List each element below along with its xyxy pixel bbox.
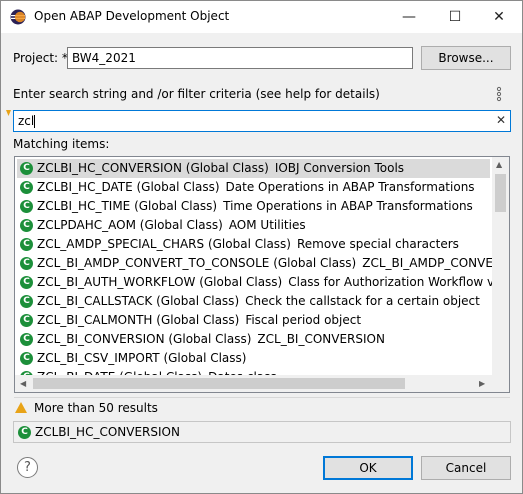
window-title: Open ABAP Development Object: [34, 9, 230, 23]
horizontal-scroll-thumb[interactable]: [33, 378, 405, 389]
list-item[interactable]: C ZCLPDAHC_AOM (Global Class) AOM Utilitie…: [17, 216, 509, 235]
browse-button[interactable]: Browse...: [421, 46, 511, 70]
item-name: ZCL_BI_CALLSTACK (Global Class): [37, 294, 240, 308]
search-value: zcl: [18, 114, 35, 128]
item-name: ZCL_AMDP_SPECIAL_CHARS (Global Class): [37, 237, 291, 251]
item-name: ZCLBI_HC_CONVERSION (Global Class): [37, 161, 269, 175]
more-options-icon[interactable]: [495, 86, 503, 102]
class-icon: C: [20, 333, 33, 346]
class-icon: C: [20, 314, 33, 327]
list-item[interactable]: C ZCLBI_HC_DATE (Global Class) Date Operat…: [17, 178, 509, 197]
item-name: ZCLBI_HC_DATE (Global Class): [37, 180, 220, 194]
minimize-icon: —: [402, 9, 416, 25]
class-icon: C: [20, 238, 33, 251]
text-cursor: [34, 115, 36, 128]
clear-search-icon[interactable]: ✕: [496, 113, 506, 127]
item-description: IOBJ Conversion Tools: [274, 161, 405, 175]
maximize-icon: ☐: [448, 9, 462, 25]
item-name: ZCLPDAHC_AOM (Global Class): [37, 218, 223, 232]
dialog-window: Open ABAP Development Object — ☐ ✕ Proje…: [0, 0, 523, 494]
class-icon: C: [20, 219, 33, 232]
close-icon: ✕: [493, 9, 505, 25]
item-description: Class for Authorization Workflow via Che…: [288, 275, 509, 289]
warning-icon: [15, 402, 27, 413]
vertical-scroll-thumb[interactable]: [495, 174, 506, 212]
item-description: ZCL_BI_CONVERSION: [257, 332, 385, 346]
item-description: Date Operations in ABAP Transformations: [225, 180, 475, 194]
eclipse-icon: [10, 9, 26, 25]
list-item[interactable]: C ZCL_AMDP_SPECIAL_CHARS (Global Class) Re…: [17, 235, 509, 254]
list-item[interactable]: C ZCL_BI_CALLSTACK (Global Class) Check th…: [17, 292, 509, 311]
class-icon: C: [20, 276, 33, 289]
list-item[interactable]: C ZCL_BI_AUTH_WORKFLOW (Global Class) Clas…: [17, 273, 509, 292]
item-name: ZCL_BI_AUTH_WORKFLOW (Global Class): [37, 275, 283, 289]
class-icon: C: [20, 200, 33, 213]
class-icon: C: [20, 352, 33, 365]
project-label: Project: *: [13, 51, 68, 65]
search-instruction: Enter search string and /or filter crite…: [13, 87, 380, 101]
class-icon: C: [20, 257, 33, 270]
list-item[interactable]: C ZCL_BI_AMDP_CONVERT_TO_CONSOLE (Global …: [17, 254, 509, 273]
list-item[interactable]: C ZCL_BI_CALMONTH (Global Class) Fiscal pe…: [17, 311, 509, 330]
list-item[interactable]: C ZCLBI_HC_CONVERSION (Global Class) IOBJ …: [17, 159, 490, 178]
item-name: ZCL_BI_AMDP_CONVERT_TO_CONSOLE (Global C…: [37, 256, 357, 270]
item-name: ZCL_BI_CSV_IMPORT (Global Class): [37, 351, 247, 365]
item-name: ZCL_BI_CALMONTH (Global Class): [37, 313, 240, 327]
separator: [14, 397, 510, 398]
class-icon: C: [20, 181, 33, 194]
list-item[interactable]: C ZCL_BI_CSV_IMPORT (Global Class): [17, 349, 509, 368]
vertical-scrollbar[interactable]: ▲: [492, 157, 509, 376]
minimize-button[interactable]: —: [386, 1, 432, 33]
maximize-button[interactable]: ☐: [432, 1, 478, 33]
item-description: Check the callstack for a certain object: [245, 294, 480, 308]
help-icon[interactable]: ?: [17, 457, 38, 478]
cancel-button[interactable]: Cancel: [421, 456, 511, 480]
close-button[interactable]: ✕: [476, 1, 522, 33]
result-count-message: More than 50 results: [34, 401, 158, 415]
selected-item-field: C ZCLBI_HC_CONVERSION: [13, 421, 511, 443]
class-icon: C: [18, 426, 31, 439]
item-name: ZCL_BI_CONVERSION (Global Class): [37, 332, 252, 346]
item-description: Fiscal period object: [245, 313, 362, 327]
scroll-corner: [492, 375, 509, 392]
item-description: ZCL_BI_AMDP_CONVERT_TO_C: [362, 256, 509, 270]
scroll-up-icon[interactable]: ▲: [496, 160, 502, 169]
project-field[interactable]: BW4_2021: [67, 47, 413, 69]
matching-items-label: Matching items:: [13, 137, 110, 151]
search-input[interactable]: zcl: [13, 110, 511, 132]
content-assist-icon: [6, 110, 11, 116]
title-bar: Open ABAP Development Object — ☐ ✕: [1, 1, 522, 33]
item-description: AOM Utilities: [228, 218, 306, 232]
matching-items-list[interactable]: C ZCLBI_HC_CONVERSION (Global Class) IOBJ …: [14, 156, 510, 393]
scroll-right-icon[interactable]: ▶: [479, 379, 485, 388]
scroll-left-icon[interactable]: ◀: [20, 379, 26, 388]
ok-button[interactable]: OK: [323, 456, 413, 480]
class-icon: C: [20, 295, 33, 308]
list-item[interactable]: C ZCL_BI_CONVERSION (Global Class) ZCL_BI_…: [17, 330, 509, 349]
class-icon: C: [20, 162, 33, 175]
item-description: Remove special characters: [296, 237, 459, 251]
item-name: ZCLBI_HC_TIME (Global Class): [37, 199, 218, 213]
item-description: Time Operations in ABAP Transformations: [223, 199, 473, 213]
horizontal-scrollbar[interactable]: ◀ ▶: [15, 375, 492, 392]
list-item[interactable]: C ZCLBI_HC_TIME (Global Class) Time Operat…: [17, 197, 509, 216]
selected-item-name: ZCLBI_HC_CONVERSION: [35, 425, 180, 439]
